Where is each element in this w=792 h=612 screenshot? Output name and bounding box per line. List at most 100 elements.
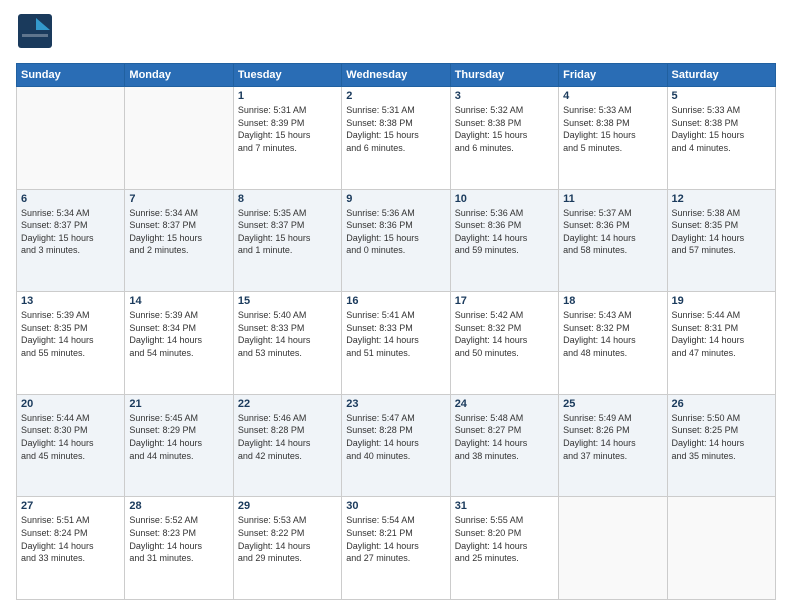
day-info: Sunrise: 5:36 AMSunset: 8:36 PMDaylight:… (346, 207, 445, 257)
calendar-cell: 12 Sunrise: 5:38 AMSunset: 8:35 PMDayligh… (667, 189, 775, 292)
weekday-header-monday: Monday (125, 64, 233, 87)
day-info: Sunrise: 5:40 AMSunset: 8:33 PMDaylight:… (238, 309, 337, 359)
day-number: 26 (672, 398, 771, 410)
calendar-week-5: 27Sunrise: 5:51 AMSunset: 8:24 PMDayligh… (17, 497, 776, 600)
calendar-cell: 23 Sunrise: 5:47 AMSunset: 8:28 PMDayligh… (342, 394, 450, 497)
calendar-cell: 18 Sunrise: 5:43 AMSunset: 8:32 PMDayligh… (559, 292, 667, 395)
day-info: Sunrise: 5:48 AMSunset: 8:27 PMDaylight:… (455, 412, 554, 462)
weekday-header-saturday: Saturday (667, 64, 775, 87)
calendar-cell: 26 Sunrise: 5:50 AMSunset: 8:25 PMDayligh… (667, 394, 775, 497)
day-number: 21 (129, 398, 228, 410)
calendar-cell: 22 Sunrise: 5:46 AMSunset: 8:28 PMDayligh… (233, 394, 341, 497)
day-number: 15 (238, 295, 337, 307)
day-number: 5 (672, 90, 771, 102)
day-info: Sunrise: 5:54 AMSunset: 8:21 PMDaylight:… (346, 514, 445, 564)
calendar-cell: 14Sunrise: 5:39 AMSunset: 8:34 PMDayligh… (125, 292, 233, 395)
calendar-week-3: 13Sunrise: 5:39 AMSunset: 8:35 PMDayligh… (17, 292, 776, 395)
day-number: 24 (455, 398, 554, 410)
weekday-header-thursday: Thursday (450, 64, 558, 87)
page: SundayMondayTuesdayWednesdayThursdayFrid… (0, 0, 792, 612)
day-number: 19 (672, 295, 771, 307)
calendar-cell: 10 Sunrise: 5:36 AMSunset: 8:36 PMDayligh… (450, 189, 558, 292)
day-number: 30 (346, 500, 445, 512)
day-info: Sunrise: 5:36 AMSunset: 8:36 PMDaylight:… (455, 207, 554, 257)
calendar-cell: 7 Sunrise: 5:34 AMSunset: 8:37 PMDaylight… (125, 189, 233, 292)
day-number: 10 (455, 193, 554, 205)
day-number: 6 (21, 193, 120, 205)
calendar-cell: 30 Sunrise: 5:54 AMSunset: 8:21 PMDayligh… (342, 497, 450, 600)
day-info: Sunrise: 5:32 AMSunset: 8:38 PMDaylight:… (455, 104, 554, 154)
calendar-cell: 13Sunrise: 5:39 AMSunset: 8:35 PMDayligh… (17, 292, 125, 395)
day-number: 9 (346, 193, 445, 205)
day-number: 16 (346, 295, 445, 307)
calendar-week-2: 6 Sunrise: 5:34 AMSunset: 8:37 PMDaylight… (17, 189, 776, 292)
calendar-week-4: 20Sunrise: 5:44 AMSunset: 8:30 PMDayligh… (17, 394, 776, 497)
calendar-cell: 4Sunrise: 5:33 AMSunset: 8:38 PMDaylight… (559, 87, 667, 190)
day-info: Sunrise: 5:41 AMSunset: 8:33 PMDaylight:… (346, 309, 445, 359)
day-info: Sunrise: 5:50 AMSunset: 8:25 PMDaylight:… (672, 412, 771, 462)
day-number: 23 (346, 398, 445, 410)
calendar-cell: 25 Sunrise: 5:49 AMSunset: 8:26 PMDayligh… (559, 394, 667, 497)
day-number: 22 (238, 398, 337, 410)
weekday-header-friday: Friday (559, 64, 667, 87)
day-info: Sunrise: 5:49 AMSunset: 8:26 PMDaylight:… (563, 412, 662, 462)
day-number: 14 (129, 295, 228, 307)
day-number: 1 (238, 90, 337, 102)
day-info: Sunrise: 5:44 AMSunset: 8:30 PMDaylight:… (21, 412, 120, 462)
day-info: Sunrise: 5:47 AMSunset: 8:28 PMDaylight:… (346, 412, 445, 462)
day-number: 31 (455, 500, 554, 512)
calendar-cell: 3 Sunrise: 5:32 AMSunset: 8:38 PMDaylight… (450, 87, 558, 190)
calendar-cell (559, 497, 667, 600)
day-number: 11 (563, 193, 662, 205)
day-number: 3 (455, 90, 554, 102)
day-info: Sunrise: 5:37 AMSunset: 8:36 PMDaylight:… (563, 207, 662, 257)
day-info: Sunrise: 5:45 AMSunset: 8:29 PMDaylight:… (129, 412, 228, 462)
calendar-cell: 19 Sunrise: 5:44 AMSunset: 8:31 PMDayligh… (667, 292, 775, 395)
calendar-cell: 9 Sunrise: 5:36 AMSunset: 8:36 PMDaylight… (342, 189, 450, 292)
calendar-cell: 20Sunrise: 5:44 AMSunset: 8:30 PMDayligh… (17, 394, 125, 497)
calendar-cell: 16 Sunrise: 5:41 AMSunset: 8:33 PMDayligh… (342, 292, 450, 395)
calendar-cell: 8 Sunrise: 5:35 AMSunset: 8:37 PMDaylight… (233, 189, 341, 292)
day-number: 17 (455, 295, 554, 307)
day-number: 8 (238, 193, 337, 205)
day-info: Sunrise: 5:39 AMSunset: 8:35 PMDaylight:… (21, 309, 120, 359)
calendar-cell: 2 Sunrise: 5:31 AMSunset: 8:38 PMDaylight… (342, 87, 450, 190)
day-info: Sunrise: 5:33 AMSunset: 8:38 PMDaylight:… (672, 104, 771, 154)
calendar-cell: 11 Sunrise: 5:37 AMSunset: 8:36 PMDayligh… (559, 189, 667, 292)
calendar-cell: 28Sunrise: 5:52 AMSunset: 8:23 PMDayligh… (125, 497, 233, 600)
day-info: Sunrise: 5:34 AMSunset: 8:37 PMDaylight:… (129, 207, 228, 257)
calendar-cell: 1Sunrise: 5:31 AMSunset: 8:39 PMDaylight… (233, 87, 341, 190)
calendar-cell: 27Sunrise: 5:51 AMSunset: 8:24 PMDayligh… (17, 497, 125, 600)
logo-icon (16, 12, 54, 50)
day-info: Sunrise: 5:55 AMSunset: 8:20 PMDaylight:… (455, 514, 554, 564)
day-number: 2 (346, 90, 445, 102)
day-info: Sunrise: 5:43 AMSunset: 8:32 PMDaylight:… (563, 309, 662, 359)
day-number: 25 (563, 398, 662, 410)
day-info: Sunrise: 5:42 AMSunset: 8:32 PMDaylight:… (455, 309, 554, 359)
day-number: 4 (563, 90, 662, 102)
calendar-cell (125, 87, 233, 190)
day-info: Sunrise: 5:44 AMSunset: 8:31 PMDaylight:… (672, 309, 771, 359)
day-info: Sunrise: 5:35 AMSunset: 8:37 PMDaylight:… (238, 207, 337, 257)
calendar-cell (17, 87, 125, 190)
calendar-cell: 15 Sunrise: 5:40 AMSunset: 8:33 PMDayligh… (233, 292, 341, 395)
day-info: Sunrise: 5:52 AMSunset: 8:23 PMDaylight:… (129, 514, 228, 564)
calendar-cell (667, 497, 775, 600)
calendar-cell: 6Sunrise: 5:34 AMSunset: 8:37 PMDaylight… (17, 189, 125, 292)
day-number: 29 (238, 500, 337, 512)
calendar-cell: 17 Sunrise: 5:42 AMSunset: 8:32 PMDayligh… (450, 292, 558, 395)
day-info: Sunrise: 5:38 AMSunset: 8:35 PMDaylight:… (672, 207, 771, 257)
day-info: Sunrise: 5:53 AMSunset: 8:22 PMDaylight:… (238, 514, 337, 564)
calendar-cell: 31 Sunrise: 5:55 AMSunset: 8:20 PMDayligh… (450, 497, 558, 600)
weekday-header-tuesday: Tuesday (233, 64, 341, 87)
day-number: 18 (563, 295, 662, 307)
day-number: 12 (672, 193, 771, 205)
calendar-body: 1Sunrise: 5:31 AMSunset: 8:39 PMDaylight… (17, 87, 776, 600)
calendar-cell: 21 Sunrise: 5:45 AMSunset: 8:29 PMDayligh… (125, 394, 233, 497)
day-number: 7 (129, 193, 228, 205)
day-info: Sunrise: 5:31 AMSunset: 8:38 PMDaylight:… (346, 104, 445, 154)
weekday-header-wednesday: Wednesday (342, 64, 450, 87)
calendar-cell: 24 Sunrise: 5:48 AMSunset: 8:27 PMDayligh… (450, 394, 558, 497)
calendar-table: SundayMondayTuesdayWednesdayThursdayFrid… (16, 63, 776, 600)
day-info: Sunrise: 5:46 AMSunset: 8:28 PMDaylight:… (238, 412, 337, 462)
